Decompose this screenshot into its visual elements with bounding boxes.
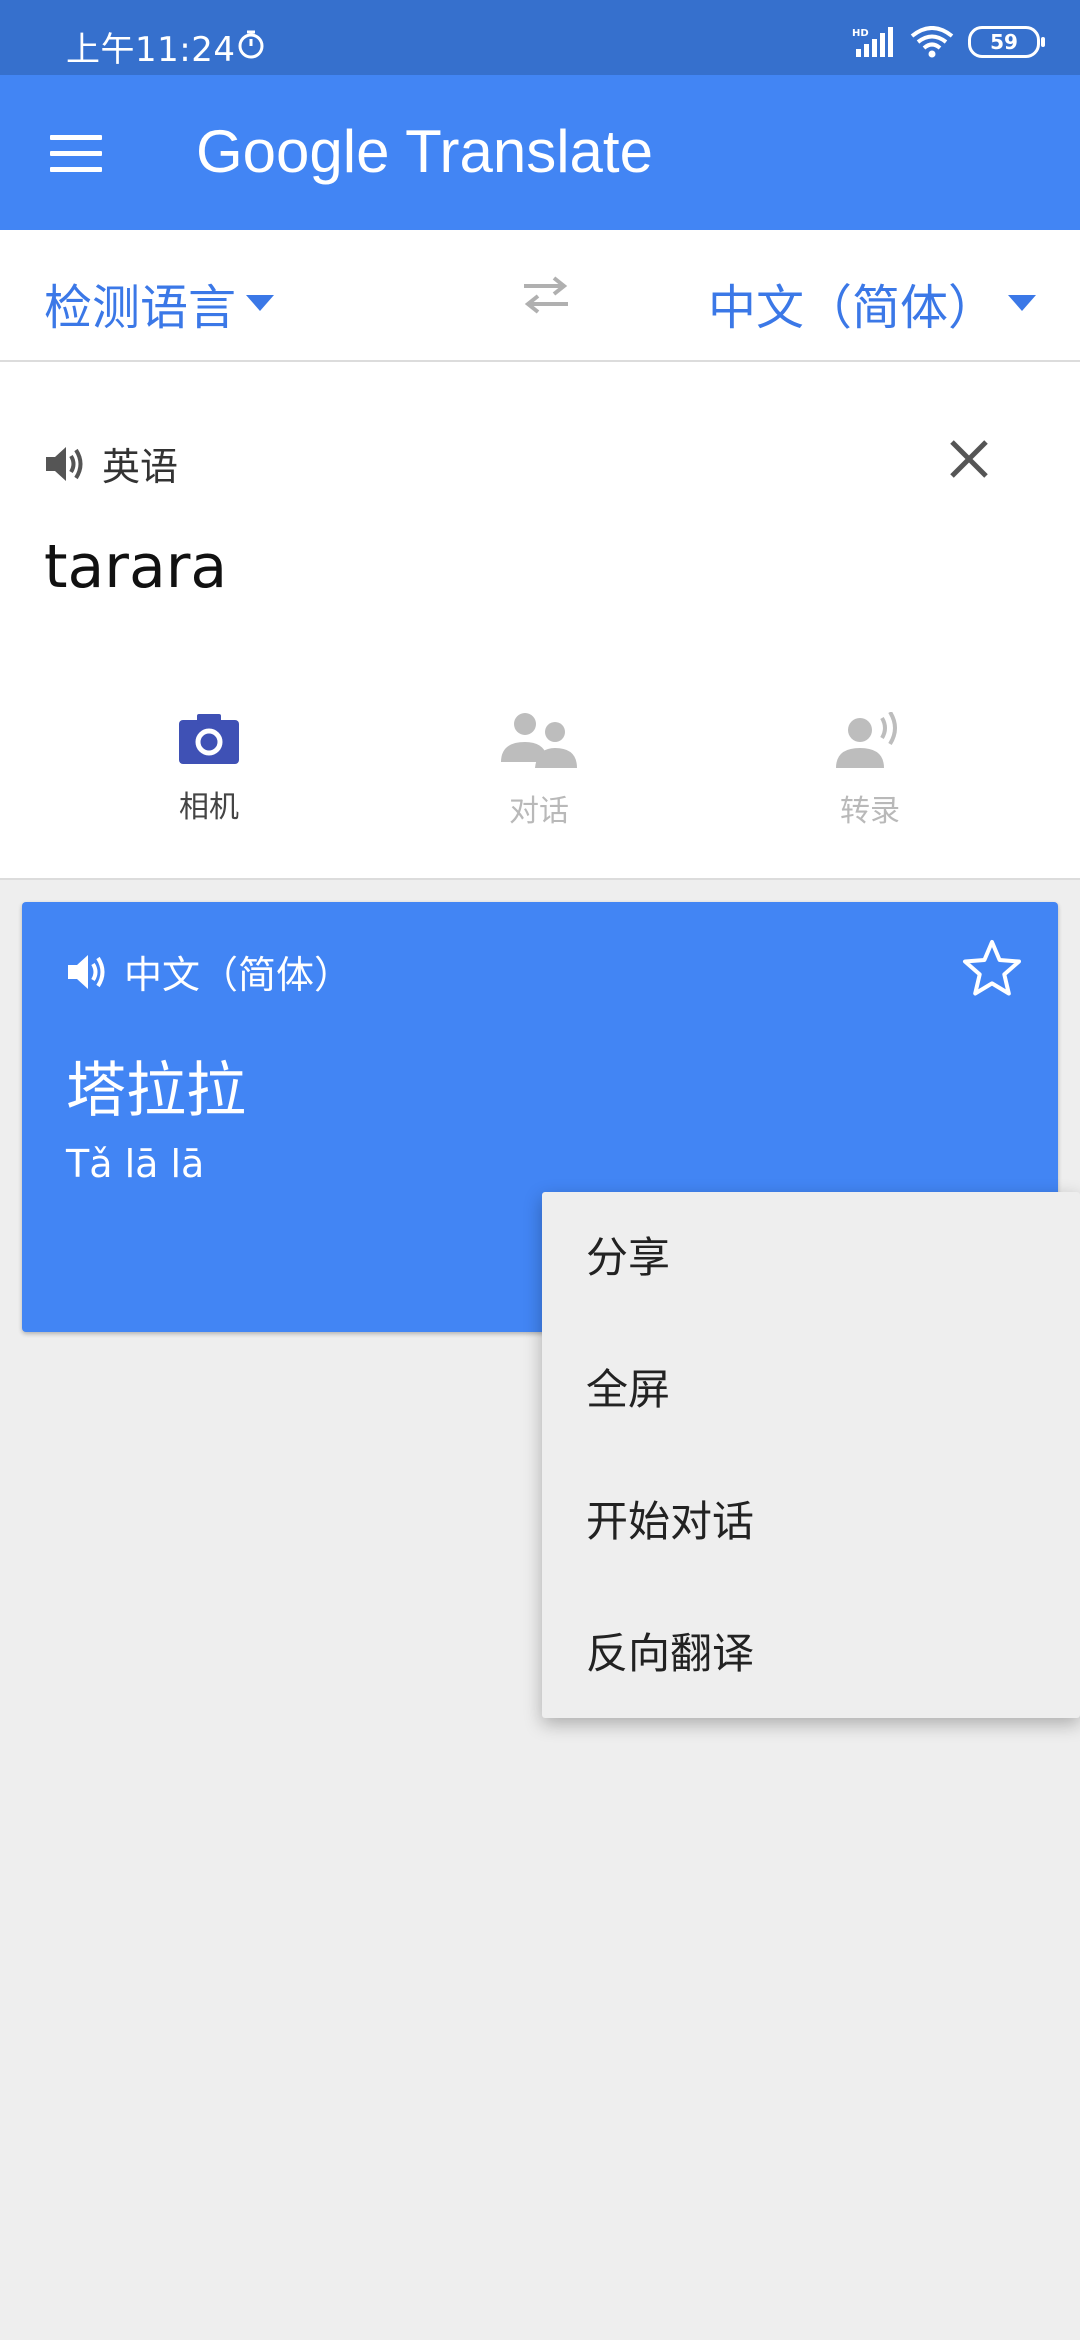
detected-language-label: 英语 bbox=[102, 445, 179, 489]
menu-icon[interactable] bbox=[50, 135, 102, 173]
app-title-google: Google bbox=[196, 118, 390, 185]
conversation-label: 对话 bbox=[509, 794, 569, 829]
wifi-icon bbox=[910, 26, 954, 58]
source-language-label: 检测语言 bbox=[44, 280, 237, 336]
camera-button[interactable]: 相机 bbox=[109, 712, 309, 826]
transcribe-button[interactable]: 转录 bbox=[770, 712, 970, 830]
app-bar: Google Translate bbox=[0, 75, 1080, 230]
target-language-selector[interactable]: 中文（简体） bbox=[708, 268, 1036, 338]
speaker-icon[interactable] bbox=[66, 952, 108, 992]
result-language-label: 中文（简体） bbox=[124, 953, 353, 997]
menu-item-start-conversation[interactable]: 开始对话 bbox=[542, 1456, 1080, 1588]
transcribe-label: 转录 bbox=[840, 794, 900, 829]
signal-icon: HD bbox=[852, 27, 893, 57]
language-bar: 检测语言 中文（简体） bbox=[0, 230, 1080, 362]
swap-languages-icon[interactable] bbox=[518, 272, 574, 318]
camera-label: 相机 bbox=[179, 790, 239, 825]
dropdown-arrow-icon bbox=[246, 295, 275, 311]
menu-item-reverse-translate[interactable]: 反向翻译 bbox=[542, 1588, 1080, 1720]
transcribe-icon bbox=[836, 712, 897, 768]
status-icons: HD 59 bbox=[852, 26, 1045, 58]
conversation-icon bbox=[501, 713, 577, 768]
transliteration-text: Tǎ lā lā bbox=[66, 1142, 205, 1186]
camera-icon bbox=[179, 714, 239, 764]
menu-item-fullscreen[interactable]: 全屏 bbox=[542, 1324, 1080, 1456]
app-title: Google Translate bbox=[196, 117, 653, 186]
dropdown-arrow-icon bbox=[1008, 295, 1036, 311]
result-language-row: 中文（简体） bbox=[66, 944, 352, 999]
star-icon[interactable] bbox=[962, 938, 1022, 998]
menu-item-share[interactable]: 分享 bbox=[542, 1192, 1080, 1324]
overflow-popup-menu: 分享 全屏 开始对话 反向翻译 bbox=[542, 1192, 1080, 1718]
status-bar: 上午11:24 HD 59 bbox=[0, 0, 1080, 75]
close-icon[interactable] bbox=[946, 436, 992, 482]
timer-icon bbox=[238, 30, 264, 59]
source-language-selector[interactable]: 检测语言 bbox=[44, 268, 275, 338]
input-card: 英语 tarara 相机 对话 转录 bbox=[0, 362, 1080, 880]
svg-text:HD: HD bbox=[852, 28, 869, 39]
conversation-button[interactable]: 对话 bbox=[439, 712, 639, 830]
status-time: 上午11:24 bbox=[66, 30, 236, 70]
app-title-translate: Translate bbox=[405, 118, 653, 185]
target-language-label: 中文（简体） bbox=[707, 280, 996, 336]
detected-language-row: 英语 bbox=[44, 436, 178, 491]
speaker-icon[interactable] bbox=[44, 444, 86, 484]
translation-text: 塔拉拉 bbox=[66, 1056, 246, 1126]
input-text[interactable]: tarara bbox=[44, 532, 227, 602]
battery-indicator: 59 bbox=[968, 26, 1045, 58]
